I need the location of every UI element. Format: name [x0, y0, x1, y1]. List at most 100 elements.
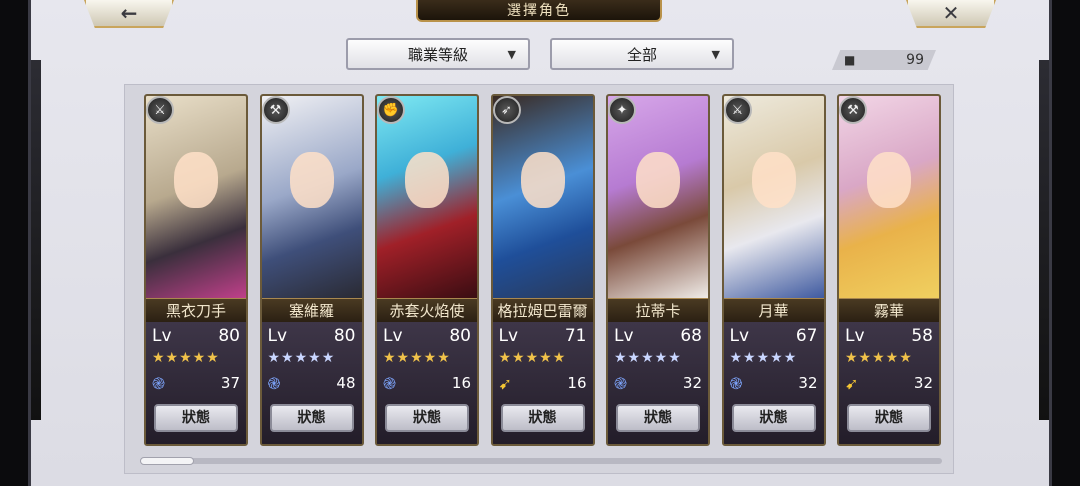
- fist-icon: ✊: [377, 96, 405, 124]
- roster-count-value: 99: [906, 52, 924, 68]
- level-row: Lv 80: [383, 326, 471, 348]
- character-portrait: ⚔: [723, 96, 824, 298]
- character-stats: Lv 68 ★★★★★ ֎ 32 狀態: [608, 322, 708, 444]
- portrait-face: [289, 152, 334, 208]
- level-label: Lv: [152, 326, 172, 346]
- swirl-element-icon: ֎: [383, 374, 397, 393]
- character-portrait: ⚒: [839, 96, 939, 298]
- person-icon: ■: [844, 53, 856, 67]
- class-level-dropdown[interactable]: 職業等級 ▼: [346, 38, 530, 70]
- scrollbar-track[interactable]: [140, 458, 942, 464]
- character-portrait: ⚒: [261, 96, 362, 298]
- character-stats: Lv 80 ★★★★★ ֎ 48 狀態: [261, 322, 362, 444]
- swirl-element-icon: ֎: [152, 374, 166, 393]
- character-name: 霧華: [839, 298, 939, 324]
- scope-dropdown[interactable]: 全部 ▼: [550, 38, 734, 70]
- chevron-down-icon: ▼: [711, 47, 720, 61]
- status-button[interactable]: 狀態: [154, 404, 238, 432]
- status-button[interactable]: 狀態: [269, 404, 354, 432]
- chevron-down-icon: ▼: [507, 47, 516, 61]
- level-value: 68: [680, 326, 702, 346]
- level-value: 80: [333, 326, 356, 346]
- power-value: 48: [336, 374, 356, 392]
- magic-icon: ✦: [608, 96, 636, 124]
- close-button[interactable]: ✕: [906, 0, 996, 28]
- level-value: 80: [449, 326, 471, 346]
- character-portrait: ⚔: [146, 96, 246, 298]
- level-label: Lv: [614, 326, 634, 346]
- back-button[interactable]: ←: [84, 0, 174, 28]
- swirl-element-icon: ֎: [729, 374, 743, 393]
- status-button[interactable]: 狀態: [500, 404, 585, 432]
- status-button[interactable]: 狀態: [731, 404, 816, 432]
- level-value: 80: [218, 326, 240, 346]
- power-value: 32: [682, 374, 702, 392]
- level-row: Lv 58: [845, 326, 933, 348]
- level-label: Lv: [267, 326, 288, 346]
- level-label: Lv: [498, 326, 519, 346]
- scrollbar-thumb[interactable]: [140, 457, 194, 465]
- element-row: ➹ 32: [845, 372, 933, 394]
- level-row: Lv 68: [614, 326, 702, 348]
- character-card[interactable]: ⚔ 月華 Lv 67 ★★★★★ ֎ 32 狀態: [721, 94, 826, 446]
- arrow-icon: ➶: [492, 96, 521, 124]
- character-name: 月華: [723, 298, 824, 324]
- sword-icon: ⚔: [723, 96, 752, 124]
- panel-right-edge: [1039, 60, 1049, 420]
- character-name: 黑衣刀手: [146, 298, 246, 324]
- status-button[interactable]: 狀態: [385, 404, 469, 432]
- character-portrait: ✊: [377, 96, 477, 298]
- page-title: 選擇角色: [416, 0, 662, 22]
- character-card[interactable]: ✦ 拉蒂卡 Lv 68 ★★★★★ ֎ 32 狀態: [606, 94, 710, 446]
- portrait-face: [405, 152, 449, 208]
- level-label: Lv: [729, 326, 750, 346]
- character-card[interactable]: ⚒ 霧華 Lv 58 ★★★★★ ➹ 32 狀態: [837, 94, 941, 446]
- sword-icon: ⚔: [146, 96, 174, 124]
- character-name: 赤套火焰使: [377, 298, 477, 324]
- character-stats: Lv 67 ★★★★★ ֎ 32 狀態: [723, 322, 824, 444]
- level-label: Lv: [383, 326, 403, 346]
- star-rating: ★★★★★: [152, 350, 220, 366]
- star-rating: ★★★★★: [845, 350, 913, 366]
- power-value: 32: [913, 374, 933, 392]
- element-row: ֎ 37: [152, 372, 240, 394]
- character-card[interactable]: ⚔ 黑衣刀手 Lv 80 ★★★★★ ֎ 37 狀態: [144, 94, 248, 446]
- scope-dropdown-label: 全部: [626, 45, 657, 64]
- roster-count: ■ 99: [832, 50, 936, 70]
- star-rating: ★★★★★: [383, 350, 451, 366]
- level-row: Lv 71: [499, 326, 587, 348]
- power-value: 37: [220, 374, 240, 392]
- character-stats: Lv 58 ★★★★★ ➹ 32 狀態: [839, 322, 939, 444]
- status-button[interactable]: 狀態: [616, 404, 700, 432]
- status-button[interactable]: 狀態: [847, 404, 931, 432]
- level-row: Lv 67: [730, 326, 818, 348]
- level-row: Lv 80: [268, 326, 356, 348]
- character-stats: Lv 80 ★★★★★ ֎ 37 狀態: [146, 322, 246, 444]
- character-card[interactable]: ➶ 格拉姆巴雷爾 Lv 71 ★★★★★ ➹ 16 狀態: [490, 94, 595, 446]
- character-stats: Lv 71 ★★★★★ ➹ 16 狀態: [492, 322, 593, 444]
- character-name: 拉蒂卡: [608, 298, 708, 324]
- close-icon: ✕: [942, 1, 960, 25]
- character-portrait: ➶: [492, 96, 593, 298]
- character-card[interactable]: ✊ 赤套火焰使 Lv 80 ★★★★★ ֎ 16 狀態: [375, 94, 479, 446]
- level-label: Lv: [845, 326, 865, 346]
- element-row: ֎ 16: [383, 372, 471, 394]
- element-row: ➹ 16: [499, 372, 587, 394]
- element-row: ֎ 32: [730, 372, 818, 394]
- star-rating: ★★★★★: [498, 350, 567, 366]
- star-rating: ★★★★★: [267, 350, 336, 366]
- hammer-icon: ⚒: [839, 96, 867, 124]
- character-name: 格拉姆巴雷爾: [492, 298, 593, 324]
- panel-left-edge: [31, 60, 41, 420]
- character-card[interactable]: ⚒ 塞維羅 Lv 80 ★★★★★ ֎ 48 狀態: [259, 94, 364, 446]
- swirl-element-icon: ֎: [267, 374, 281, 393]
- portrait-face: [174, 152, 218, 208]
- character-portrait: ✦: [608, 96, 708, 298]
- swirl-element-icon: ֎: [614, 374, 628, 393]
- level-value: 67: [795, 326, 818, 346]
- character-stats: Lv 80 ★★★★★ ֎ 16 狀態: [377, 322, 477, 444]
- power-value: 32: [798, 374, 818, 392]
- level-row: Lv 80: [152, 326, 240, 348]
- element-row: ֎ 32: [614, 372, 702, 394]
- level-value: 71: [564, 326, 587, 346]
